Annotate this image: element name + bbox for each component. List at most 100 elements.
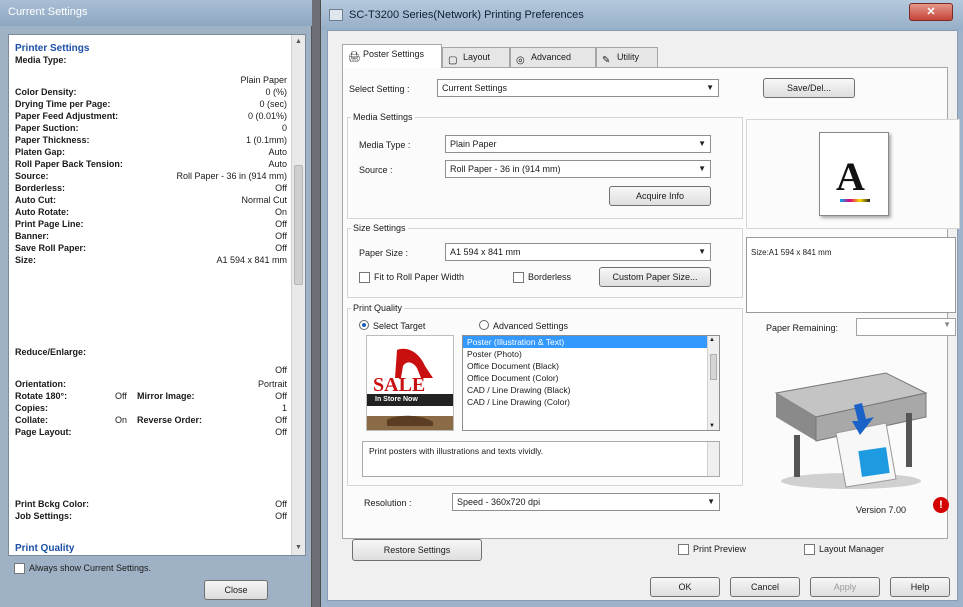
tab-advanced[interactable]: ◎ Advanced bbox=[510, 47, 596, 67]
settings-row: Rotate 180°: Off Mirror Image: Off bbox=[15, 391, 287, 403]
ok-button[interactable]: OK bbox=[650, 577, 720, 597]
scroll-thumb[interactable] bbox=[294, 165, 303, 285]
settings-value: Auto bbox=[268, 147, 287, 157]
radio-selected-icon[interactable] bbox=[359, 320, 369, 330]
apply-button[interactable]: Apply bbox=[810, 577, 880, 597]
fit-roll-checkbox[interactable]: Fit to Roll Paper Width bbox=[359, 272, 465, 284]
settings-value: Normal Cut bbox=[241, 195, 287, 205]
dialog-body: 🖨 Poster Settings ▢ Layout ◎ Advanced ✎ Util… bbox=[327, 30, 960, 601]
document-preview: A bbox=[746, 119, 960, 229]
layout-manager-label: Layout Manager bbox=[819, 544, 885, 554]
borderless-checkbox[interactable]: Borderless bbox=[513, 272, 571, 284]
tab-label: Poster Settings bbox=[363, 49, 425, 59]
settings-label: Media Type: bbox=[15, 55, 67, 65]
settings-row: Job Settings: Off bbox=[15, 511, 287, 523]
description-scrollbar[interactable] bbox=[707, 442, 719, 476]
settings-row: Copies: 1 bbox=[15, 403, 287, 415]
tab-poster-settings[interactable]: 🖨 Poster Settings bbox=[342, 44, 442, 68]
checkbox-icon[interactable] bbox=[678, 544, 689, 556]
window-title: SC-T3200 Series(Network) Printing Prefer… bbox=[349, 9, 584, 21]
settings-scrollbar[interactable]: ▲ ▼ bbox=[291, 35, 305, 555]
list-item[interactable]: Poster (Illustration & Text) bbox=[463, 336, 719, 348]
radio-icon[interactable] bbox=[479, 320, 489, 330]
document-letter: A bbox=[836, 154, 865, 199]
custom-paper-size-button[interactable]: Custom Paper Size... bbox=[599, 267, 711, 287]
settings-row: Banner: Off bbox=[15, 231, 287, 243]
in-store-text: In Store Now bbox=[375, 396, 418, 403]
list-item[interactable]: CAD / Line Drawing (Black) bbox=[463, 384, 719, 396]
print-quality-heading: Print Quality bbox=[15, 543, 75, 554]
scroll-down-icon[interactable]: ▼ bbox=[292, 541, 305, 555]
source-value: Roll Paper - 36 in (914 mm) bbox=[450, 164, 561, 174]
help-button[interactable]: Help bbox=[890, 577, 950, 597]
resolution-dropdown[interactable]: Speed - 360x720 dpi ▼ bbox=[452, 493, 720, 511]
restore-settings-button[interactable]: Restore Settings bbox=[352, 539, 482, 561]
checkbox-icon[interactable] bbox=[14, 563, 25, 575]
acquire-info-button[interactable]: Acquire Info bbox=[609, 186, 711, 206]
settings-row: Size: A1 594 x 841 mm bbox=[15, 255, 287, 267]
settings-value: On bbox=[115, 415, 128, 425]
media-type-dropdown[interactable]: Plain Paper ▼ bbox=[445, 135, 711, 153]
settings-row: Print Bckg Color: Off bbox=[15, 499, 287, 511]
chevron-down-icon: ▼ bbox=[698, 247, 706, 256]
close-button[interactable]: Close bbox=[204, 580, 268, 600]
tab-layout[interactable]: ▢ Layout bbox=[442, 47, 510, 67]
settings-label: Drying Time per Page: bbox=[15, 99, 111, 109]
select-setting-dropdown[interactable]: Current Settings ▼ bbox=[437, 79, 719, 97]
list-item[interactable]: Office Document (Black) bbox=[463, 360, 719, 372]
checkbox-icon[interactable] bbox=[513, 272, 524, 284]
settings-row: Media Type: bbox=[15, 55, 287, 67]
settings-row: Paper Thickness: 1 (0.1mm) bbox=[15, 135, 287, 147]
select-target-radio[interactable]: Select Target bbox=[359, 320, 425, 331]
select-setting-label: Select Setting : bbox=[349, 84, 410, 94]
list-item[interactable]: Poster (Photo) bbox=[463, 348, 719, 360]
checkbox-icon[interactable] bbox=[804, 544, 815, 556]
save-del-button[interactable]: Save/Del... bbox=[763, 78, 855, 98]
settings-label: Print Bckg Color: bbox=[15, 499, 90, 509]
tab-label: Utility bbox=[617, 52, 639, 62]
settings-label: Platen Gap: bbox=[15, 147, 66, 157]
settings-value: 0 bbox=[281, 123, 287, 133]
settings-row: Save Roll Paper: Off bbox=[15, 243, 287, 255]
scroll-up-icon[interactable]: ▲ bbox=[709, 337, 715, 343]
description-text: Print posters with illustrations and tex… bbox=[369, 446, 544, 456]
paper-size-value: A1 594 x 841 mm bbox=[450, 247, 521, 257]
select-setting-value: Current Settings bbox=[442, 83, 508, 93]
fit-roll-label: Fit to Roll Paper Width bbox=[374, 272, 465, 282]
settings-value: 1 bbox=[281, 403, 287, 413]
checkbox-icon[interactable] bbox=[359, 272, 370, 284]
settings-row: Collate: On Reverse Order: Off bbox=[15, 415, 287, 427]
settings-value: 0 (sec) bbox=[259, 99, 287, 109]
print-target-list[interactable]: Poster (Illustration & Text) Poster (Phot… bbox=[462, 335, 720, 431]
color-bar bbox=[840, 199, 870, 202]
advanced-settings-radio[interactable]: Advanced Settings bbox=[479, 320, 568, 331]
settings-row: Source: Roll Paper - 36 in (914 mm) bbox=[15, 171, 287, 183]
print-preview-label: Print Preview bbox=[693, 544, 747, 554]
chevron-down-icon: ▼ bbox=[707, 497, 715, 506]
cancel-button[interactable]: Cancel bbox=[730, 577, 800, 597]
source-dropdown[interactable]: Roll Paper - 36 in (914 mm) ▼ bbox=[445, 160, 711, 178]
settings-label: Job Settings: bbox=[15, 511, 73, 521]
alert-icon[interactable]: ! bbox=[933, 497, 949, 513]
chevron-down-icon: ▼ bbox=[943, 320, 951, 329]
scroll-up-icon[interactable]: ▲ bbox=[292, 35, 305, 49]
paper-remaining-dropdown[interactable]: ▼ bbox=[856, 318, 956, 336]
settings-value: Plain Paper bbox=[240, 75, 287, 85]
settings-label: Banner: bbox=[15, 231, 50, 241]
select-target-label: Select Target bbox=[373, 321, 426, 331]
list-scrollbar[interactable]: ▲ ▼ bbox=[707, 336, 719, 430]
paper-size-dropdown[interactable]: A1 594 x 841 mm ▼ bbox=[445, 243, 711, 261]
list-item[interactable]: CAD / Line Drawing (Color) bbox=[463, 396, 719, 408]
window-close-button[interactable]: ✕ bbox=[909, 3, 953, 21]
scroll-thumb[interactable] bbox=[710, 354, 717, 380]
settings-row: Off bbox=[15, 365, 287, 377]
settings-label: Auto Cut: bbox=[15, 195, 56, 205]
layout-manager-checkbox[interactable]: Layout Manager bbox=[804, 544, 885, 556]
list-item[interactable]: Office Document (Color) bbox=[463, 372, 719, 384]
poster-sample-image: SALE In Store Now bbox=[366, 335, 454, 431]
scroll-down-icon[interactable]: ▼ bbox=[709, 423, 715, 429]
tab-utility[interactable]: ✎ Utility bbox=[596, 47, 658, 67]
always-show-checkbox[interactable]: Always show Current Settings. bbox=[14, 563, 214, 577]
settings-value: Portrait bbox=[257, 379, 287, 389]
print-preview-checkbox[interactable]: Print Preview bbox=[678, 544, 747, 556]
